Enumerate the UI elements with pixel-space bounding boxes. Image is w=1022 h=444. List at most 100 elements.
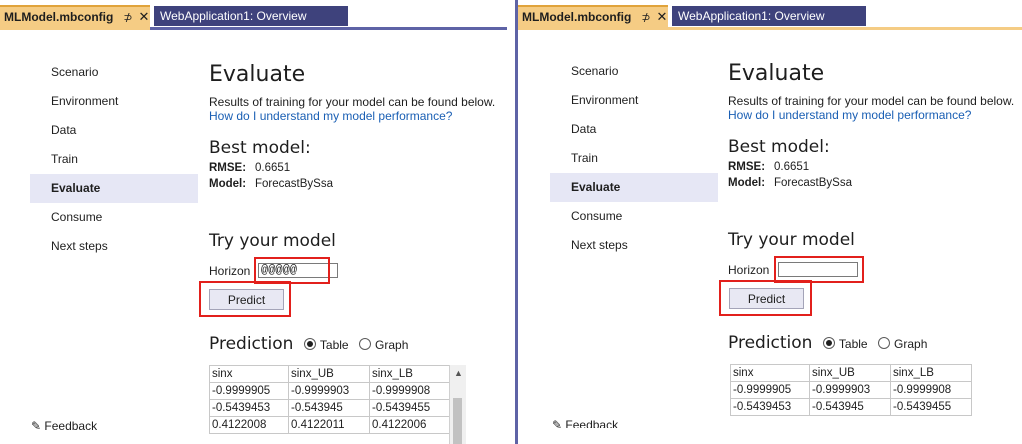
prediction-heading: Prediction [728,333,813,353]
table-row: -0.9999905 -0.9999903 -0.9999908 [730,381,972,399]
tab-label: WebApplication1: Overview [160,9,307,23]
best-model-heading: Best model: [209,138,311,158]
column-header: sinx_LB [890,364,972,382]
document-tab-bar: MLModel.mbconfig ⊅ ✕ WebApplication1: Over… [0,0,507,32]
close-icon[interactable]: ✕ [139,9,150,24]
radio-graph-label: Graph [894,337,928,351]
table-cell: -0.5439455 [890,398,972,416]
left-panel: MLModel.mbconfig ⊅ ✕ WebApplication1: Over… [0,0,507,444]
rmse-label: RMSE: [209,162,247,174]
radio-table-label: Table [319,338,349,352]
horizon-label: Horizon [728,263,770,277]
scroll-up-icon[interactable]: ▲ [454,368,463,378]
column-header: sinx [730,364,810,382]
radio-button-icon[interactable] [359,338,372,350]
table-cell: -0.543945 [288,399,370,417]
tab-label: MLModel.mbconfig [4,10,114,24]
wizard-nav: Scenario Environment Data Train Evaluate… [550,57,718,260]
nav-item-scenario[interactable]: Scenario [30,58,198,87]
rmse-value: 0.6651 [255,162,291,174]
table-cell: -0.9999908 [890,381,972,399]
feedback-link[interactable]: ✎ Feedback [552,418,618,428]
table-row: -0.9999905 -0.9999903 -0.9999908 [209,382,451,400]
evaluate-description: Results of training for your model can b… [209,95,496,109]
tab-mlmodel-mbconfig[interactable]: MLModel.mbconfig ⊅ ✕ [518,5,668,27]
right-panel: MLModel.mbconfig ⊅ ✕ WebApplication1: Over… [515,0,1022,444]
feedback-link[interactable]: ✎ Feedback [31,419,97,433]
table-cell: -0.9999903 [809,381,891,399]
wizard-nav: Scenario Environment Data Train Evaluate… [30,58,198,261]
table-cell: -0.543945 [809,398,891,416]
model-row: Model: ForecastBySsa [209,178,507,190]
radio-button-icon[interactable] [822,337,835,349]
highlight-box [719,280,812,316]
radio-button-icon[interactable] [878,337,891,349]
pin-icon[interactable]: ⊅ [123,12,132,24]
table-cell: 0.4122006 [369,416,451,434]
nav-item-consume[interactable]: Consume [30,203,198,232]
table-scrollbar[interactable]: ▲ [449,365,466,444]
nav-item-consume[interactable]: Consume [550,202,718,231]
feedback-label: Feedback [44,419,98,433]
best-model-heading: Best model: [728,137,830,157]
model-label: Model: [728,177,766,189]
rmse-value: 0.6651 [774,161,810,173]
nav-item-environment[interactable]: Environment [30,87,198,116]
highlight-box [774,256,864,283]
page-title: Evaluate [728,61,825,86]
feedback-icon: ✎ [552,418,563,428]
nav-item-next-steps[interactable]: Next steps [550,231,718,260]
table-cell: -0.9999908 [369,382,451,400]
radio-graph[interactable]: Graph [359,336,414,353]
scrollbar-thumb[interactable] [453,398,462,444]
document-tab-bar: MLModel.mbconfig ⊅ ✕ WebApplication1: Over… [518,0,1022,32]
column-header: sinx [209,365,289,383]
rmse-row: RMSE: 0.6651 [728,161,1022,173]
evaluate-content: Evaluate Results of training for your mo… [728,61,1022,189]
column-header: sinx_LB [369,365,451,383]
radio-table[interactable]: Table [303,336,355,353]
nav-item-data[interactable]: Data [550,115,718,144]
radio-button-icon[interactable] [303,338,316,350]
try-model-heading: Try your model [209,231,336,251]
nav-item-environment[interactable]: Environment [550,86,718,115]
table-header-row: sinx sinx_UB sinx_LB [730,364,972,382]
tab-active-underline [0,27,150,30]
radio-graph[interactable]: Graph [878,335,933,352]
table-cell: 0.4122008 [209,416,289,434]
table-cell: -0.9999903 [288,382,370,400]
prediction-heading: Prediction [209,334,294,354]
tab-webapplication-overview[interactable]: WebApplication1: Overview [672,6,866,26]
page-title: Evaluate [209,62,306,87]
model-value: ForecastBySsa [774,177,852,189]
close-icon[interactable]: ✕ [657,9,668,24]
feedback-label: Feedback [565,418,619,428]
nav-item-next-steps[interactable]: Next steps [30,232,198,261]
nav-item-evaluate[interactable]: Evaluate [30,174,198,203]
table-cell: -0.5439453 [730,398,810,416]
pin-icon[interactable]: ⊅ [641,12,650,24]
tab-mlmodel-mbconfig[interactable]: MLModel.mbconfig ⊅ ✕ [0,5,150,27]
tab-label: MLModel.mbconfig [522,10,632,24]
horizon-label: Horizon [209,264,251,278]
rmse-label: RMSE: [728,161,766,173]
column-header: sinx_UB [809,364,891,382]
nav-item-data[interactable]: Data [30,116,198,145]
help-link[interactable]: How do I understand my model performance… [209,109,507,123]
feedback-icon: ✎ [31,419,42,433]
table-header-row: sinx sinx_UB sinx_LB [209,365,451,383]
evaluate-description: Results of training for your model can b… [728,94,1015,108]
nav-item-scenario[interactable]: Scenario [550,57,718,86]
panel-divider [507,0,515,444]
radio-table[interactable]: Table [822,335,874,352]
prediction-header: Prediction Table Graph [209,334,414,354]
try-model-heading: Try your model [728,230,855,250]
table-row: 0.4122008 0.4122011 0.4122006 [209,416,451,434]
nav-item-evaluate[interactable]: Evaluate [550,173,718,202]
help-link[interactable]: How do I understand my model performance… [728,108,1022,122]
tab-webapplication-overview[interactable]: WebApplication1: Overview [154,6,348,26]
nav-item-train[interactable]: Train [550,144,718,173]
table-cell: 0.4122011 [288,416,370,434]
nav-item-train[interactable]: Train [30,145,198,174]
prediction-header: Prediction Table Graph [728,333,933,353]
